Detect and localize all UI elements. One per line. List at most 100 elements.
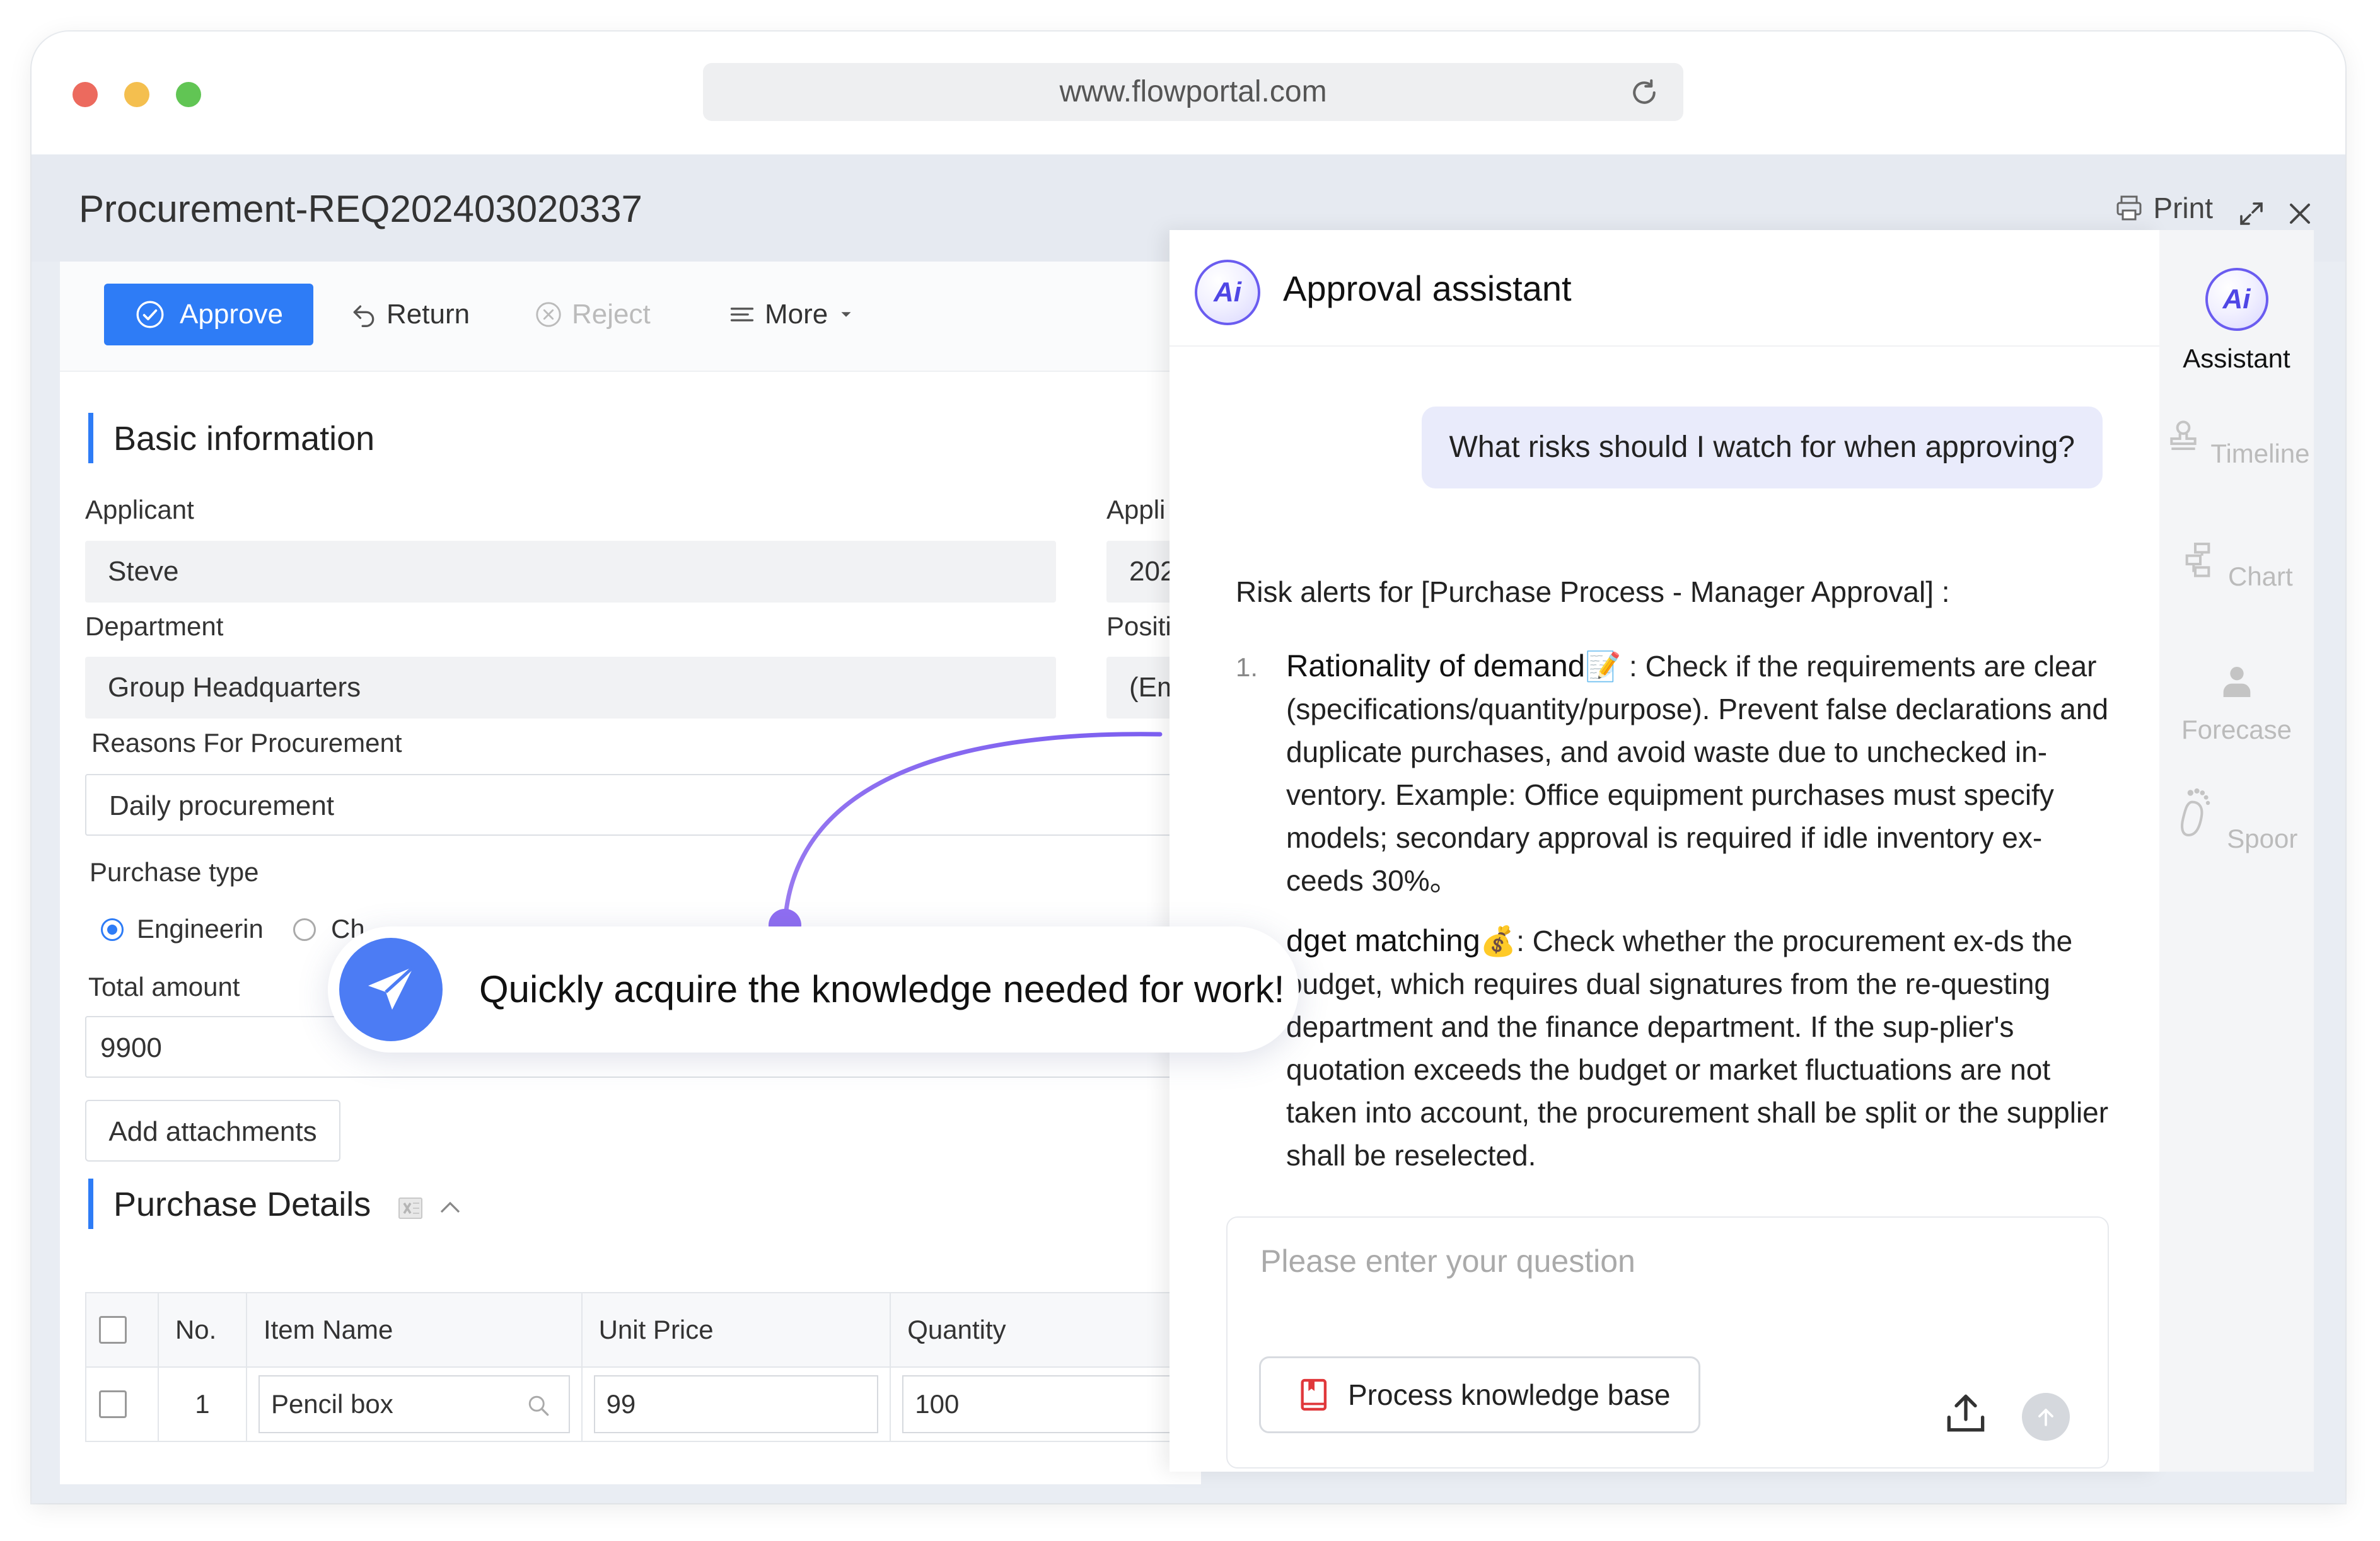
purchase-details-title: Purchase Details [113, 1186, 371, 1223]
column-header: Unit Price [581, 1292, 891, 1368]
assistant-header: Ai Approval assistant [1170, 230, 2159, 347]
flowchart-icon [2185, 543, 2210, 577]
rail-item-spoor[interactable]: Spoor [2159, 785, 2314, 854]
answer-list-item: dget matching💰: Check whether the procur… [1236, 920, 2112, 1177]
list-number: 1. [1236, 652, 1258, 682]
rail-item-assistant[interactable]: Ai Assistant [2159, 268, 2314, 374]
column-header: Item Name [245, 1292, 583, 1368]
select-all-cell [85, 1292, 159, 1368]
rail-label: Forecase [2181, 715, 2292, 744]
address-bar[interactable]: www.flowportal.com [703, 63, 1683, 121]
unit-price-input[interactable]: 99 [593, 1375, 879, 1433]
add-attachments-button[interactable]: Add attachments [85, 1100, 340, 1162]
select-all-checkbox[interactable] [99, 1316, 127, 1344]
check-circle-icon [136, 301, 164, 328]
applied-label: Appli [1106, 495, 1166, 524]
arrow-up-icon [2038, 1409, 2053, 1426]
print-label: Print [2153, 192, 2213, 224]
assistant-title: Approval assistant [1283, 268, 1572, 308]
section-accent-bar [88, 1179, 93, 1229]
item-name-cell: Pencil box [245, 1366, 583, 1442]
applicant-field[interactable]: Steve [85, 541, 1056, 603]
answer-intro: Risk alerts for [Purchase Process - Mana… [1236, 575, 1950, 608]
footprint-icon [2180, 788, 2210, 837]
approval-assistant-panel: Ai Approval assistant What risks should … [1170, 230, 2159, 1472]
section-accent-bar [88, 413, 93, 463]
rail-label: Spoor [2227, 824, 2298, 853]
upload-icon[interactable] [1941, 1388, 1991, 1438]
row-number: 1 [157, 1366, 247, 1442]
print-button[interactable]: Print [2114, 191, 2213, 225]
item-name-value: Pencil box [270, 1389, 393, 1419]
reload-icon[interactable] [1627, 76, 1661, 110]
menu-lines-icon [730, 308, 754, 321]
search-icon[interactable] [525, 1392, 552, 1419]
rail-item-chart[interactable]: Chart [2159, 539, 2314, 592]
rail-item-forecase[interactable]: Forecase [2159, 662, 2314, 745]
maximize-window-dot[interactable] [176, 82, 201, 107]
more-label: More [765, 299, 828, 330]
reject-button[interactable]: Reject [534, 284, 651, 345]
knowledge-base-label: Process knowledge base [1348, 1378, 1671, 1411]
send-button[interactable] [2022, 1393, 2070, 1441]
expand-icon[interactable] [2236, 199, 2267, 229]
column-header: No. [157, 1292, 247, 1368]
answer-list-item: 1. Rationality of demand📝 : Check if the… [1236, 645, 2112, 902]
close-window-dot[interactable] [73, 82, 98, 107]
rail-label: Assistant [2183, 343, 2290, 373]
money-bag-icon: 💰 [1480, 925, 1517, 957]
user-icon [2223, 667, 2250, 697]
chevron-up-icon[interactable] [435, 1193, 465, 1223]
return-button[interactable]: Return [350, 284, 470, 345]
stamp-icon [2170, 420, 2197, 450]
position-label: Positi [1106, 611, 1171, 641]
rail-label: Timeline [2210, 439, 2310, 468]
table-header-row: No. Item Name Unit Price Quantity [85, 1292, 1201, 1368]
quantity-input[interactable]: 100 [902, 1375, 1190, 1433]
browser-chrome: www.flowportal.com [32, 32, 2345, 154]
question-input-placeholder: Please enter your question [1260, 1244, 1635, 1279]
approve-button[interactable]: Approve [104, 284, 313, 345]
knowledge-base-button[interactable]: Process knowledge base [1259, 1356, 1700, 1433]
excel-icon[interactable] [395, 1193, 426, 1223]
item-text: : Check whether the procurement ex-ds th… [1286, 925, 2109, 1172]
page-title: Procurement-REQ202403020337 [79, 188, 642, 230]
minimize-window-dot[interactable] [124, 82, 149, 107]
x-circle-icon [536, 302, 561, 327]
item-text: : Check if the requirements are clear (s… [1286, 650, 2109, 897]
purchase-type-radio-engineering[interactable] [101, 918, 124, 941]
purchase-type-radio-chemical[interactable] [293, 918, 316, 941]
printer-icon [2116, 195, 2142, 221]
item-title: dget matching [1286, 924, 1480, 958]
department-field[interactable]: Group Headquarters [85, 657, 1056, 719]
url-text: www.flowportal.com [1059, 75, 1327, 108]
approve-label: Approve [180, 299, 283, 330]
basic-info-title: Basic information [113, 420, 375, 458]
caret-down-icon [841, 312, 851, 317]
ai-icon: Ai [1195, 260, 1260, 325]
purchase-details-table: No. Item Name Unit Price Quantity 1 Penc… [85, 1292, 1201, 1442]
close-icon[interactable] [2285, 199, 2315, 229]
column-header: Quantity [890, 1292, 1201, 1368]
feature-callout: Quickly acquire the knowledge needed for… [328, 926, 1299, 1053]
rail-item-timeline[interactable]: Timeline [2159, 416, 2314, 469]
quantity-cell: 100 [890, 1366, 1201, 1442]
reject-label: Reject [572, 299, 651, 330]
purchase-type-label: Purchase type [90, 857, 259, 887]
assistant-answer: Risk alerts for [Purchase Process - Mana… [1236, 570, 2112, 1194]
table-row: 1 Pencil box 99 100 [85, 1366, 1201, 1442]
item-title: Rationality of demand [1286, 649, 1585, 683]
purchase-type-option-engineering: Engineerin [137, 914, 264, 944]
memo-icon: 📝 [1584, 650, 1622, 683]
user-question-bubble: What risks should I watch for when appro… [1421, 407, 2103, 488]
item-name-input[interactable]: Pencil box [258, 1375, 570, 1433]
ai-icon: Ai [2205, 268, 2268, 331]
question-input-box[interactable]: Please enter your question Process knowl… [1226, 1216, 2109, 1469]
more-menu-button[interactable]: More [728, 284, 856, 345]
side-rail: Ai Assistant Timeline Chart Forecase Spo… [2159, 230, 2314, 1472]
row-checkbox[interactable] [99, 1390, 127, 1418]
undo-icon [353, 305, 374, 327]
rail-label: Chart [2227, 562, 2293, 591]
row-select-cell [85, 1366, 159, 1442]
callout-text: Quickly acquire the knowledge needed for… [479, 968, 1285, 1010]
